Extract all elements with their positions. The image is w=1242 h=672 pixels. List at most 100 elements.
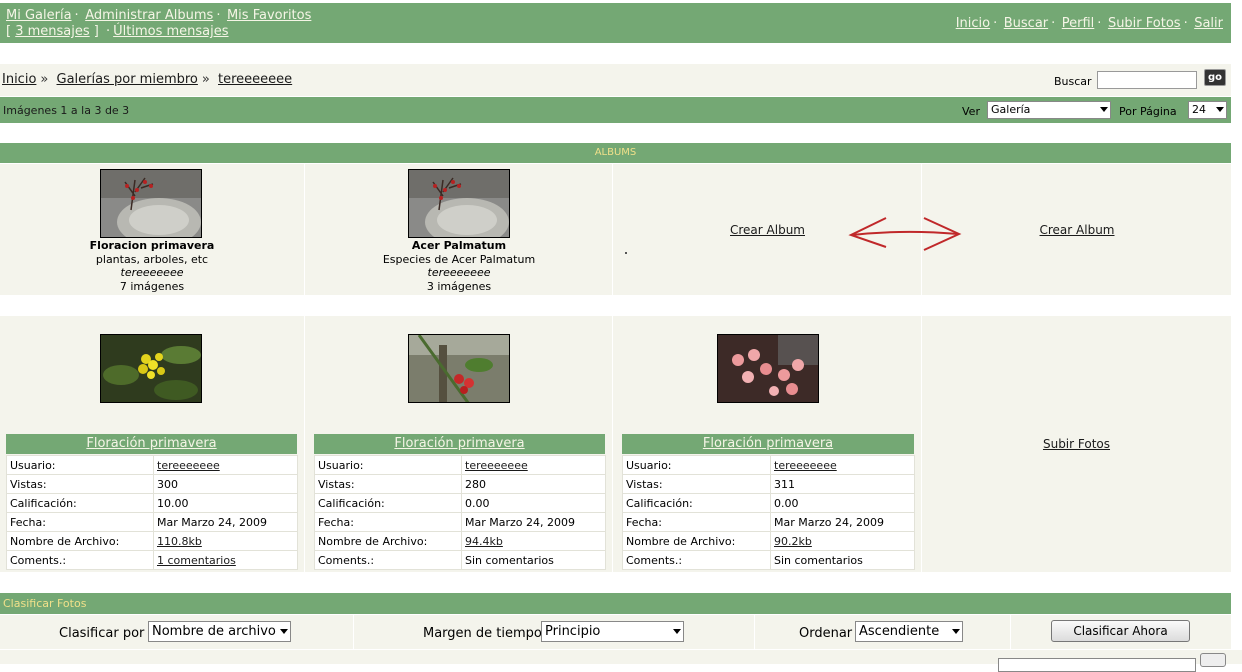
comments-value: Sin comentarios bbox=[770, 550, 915, 570]
photo-details-table: Usuario: tereeeeeee Vistas: 280 Calificaci… bbox=[314, 455, 606, 570]
views-value: 280 bbox=[461, 474, 606, 494]
table-row: Coments.: 1 comentarios bbox=[6, 550, 298, 570]
user-link[interactable]: tereeeeeee bbox=[465, 459, 528, 472]
link-logout[interactable]: Salir bbox=[1194, 16, 1223, 31]
timeframe-select[interactable]: Principio bbox=[541, 621, 684, 642]
table-row: Vistas: 300 bbox=[6, 474, 298, 494]
stray-dot bbox=[625, 252, 627, 254]
photo-title-link[interactable]: Floración primavera bbox=[703, 436, 833, 451]
order-select[interactable]: Ascendiente bbox=[855, 621, 963, 642]
jump-select[interactable] bbox=[998, 658, 1196, 672]
table-row: Vistas: 280 bbox=[314, 474, 606, 494]
table-row: Nombre de Archivo: 90.2kb bbox=[622, 531, 915, 551]
create-album-link[interactable]: Crear Album bbox=[1040, 223, 1115, 237]
photo-thumbnail[interactable] bbox=[100, 334, 202, 403]
rating-value: 10.00 bbox=[153, 493, 298, 513]
view-select-value: Galería bbox=[991, 103, 1031, 116]
link-search[interactable]: Buscar bbox=[1004, 16, 1048, 31]
order-value: Ascendiente bbox=[859, 624, 940, 639]
album-count: 7 imágenes bbox=[119, 279, 185, 293]
sort-by-select[interactable]: Nombre de archivo bbox=[148, 621, 291, 642]
per-page-label: Por Página bbox=[1119, 105, 1177, 118]
link-my-favorites[interactable]: Mis Favoritos bbox=[227, 8, 311, 23]
album-title[interactable]: Acer Palmatum bbox=[306, 239, 612, 253]
comments-value: Sin comentarios bbox=[461, 550, 606, 570]
label-views: Vistas: bbox=[622, 474, 771, 494]
user-link[interactable]: tereeeeeee bbox=[774, 459, 837, 472]
breadcrumb: Inicio» Galerías por miembro» tereeeeeee bbox=[2, 72, 293, 87]
label-file: Nombre de Archivo: bbox=[6, 531, 154, 551]
link-profile[interactable]: Perfil bbox=[1062, 16, 1095, 31]
view-select[interactable]: Galería bbox=[987, 101, 1111, 119]
upload-photos-link[interactable]: Subir Fotos bbox=[1043, 437, 1110, 451]
label-file: Nombre de Archivo: bbox=[622, 531, 771, 551]
breadcrumb-bar: Inicio» Galerías por miembro» tereeeeeee… bbox=[0, 64, 1231, 96]
sort-by-value: Nombre de archivo bbox=[152, 624, 276, 639]
sort-now-button[interactable]: Clasificar Ahora bbox=[1051, 620, 1190, 642]
views-value: 311 bbox=[770, 474, 915, 494]
chevron-down-icon bbox=[673, 629, 681, 634]
label-user: Usuario: bbox=[622, 455, 771, 475]
label-comments: Coments.: bbox=[6, 550, 154, 570]
file-link[interactable]: 110.8kb bbox=[157, 535, 202, 548]
table-row: Calificación: 0.00 bbox=[314, 493, 606, 513]
main-menu: Inicio · Buscar · Perfil · Subir Fotos · Sal… bbox=[955, 16, 1223, 31]
per-page-select[interactable]: 24 bbox=[1188, 101, 1227, 119]
breadcrumb-user[interactable]: tereeeeeee bbox=[218, 72, 292, 87]
comments-link[interactable]: 1 comentarios bbox=[157, 554, 236, 567]
label-views: Vistas: bbox=[6, 474, 154, 494]
album-description: plantas, arboles, etc bbox=[95, 252, 209, 266]
link-my-gallery[interactable]: Mi Galería bbox=[6, 8, 72, 23]
jump-go-button[interactable] bbox=[1200, 653, 1226, 667]
label-rating: Calificación: bbox=[6, 493, 154, 513]
search-input[interactable] bbox=[1097, 71, 1197, 89]
file-link[interactable]: 94.4kb bbox=[465, 535, 503, 548]
label-rating: Calificación: bbox=[622, 493, 771, 513]
photo-thumbnail[interactable] bbox=[717, 334, 819, 403]
link-home[interactable]: Inicio bbox=[956, 16, 990, 31]
album-title[interactable]: Floracion primavera bbox=[0, 239, 304, 253]
date-value: Mar Marzo 24, 2009 bbox=[461, 512, 606, 532]
view-label: Ver bbox=[962, 105, 980, 118]
breadcrumb-home[interactable]: Inicio bbox=[2, 72, 36, 87]
label-date: Fecha: bbox=[622, 512, 771, 532]
table-row: Nombre de Archivo: 110.8kb bbox=[6, 531, 298, 551]
rating-value: 0.00 bbox=[461, 493, 606, 513]
label-user: Usuario: bbox=[6, 455, 154, 475]
photo-title-bar: Floración primavera bbox=[314, 434, 605, 454]
jump-to-bar bbox=[0, 650, 1242, 672]
views-value: 300 bbox=[153, 474, 298, 494]
album-cell: Floracion primavera plantas, arboles, et… bbox=[0, 164, 305, 295]
link-last-messages[interactable]: Últimos mensajes bbox=[113, 24, 228, 39]
divider bbox=[1010, 615, 1011, 649]
divider bbox=[754, 615, 755, 649]
label-rating: Calificación: bbox=[314, 493, 462, 513]
link-upload-photos[interactable]: Subir Fotos bbox=[1108, 16, 1181, 31]
table-row: Usuario: tereeeeeee bbox=[6, 455, 298, 475]
breadcrumb-member-galleries[interactable]: Galerías por miembro bbox=[57, 72, 198, 87]
table-row: Vistas: 311 bbox=[622, 474, 915, 494]
search-go-button[interactable]: go bbox=[1204, 69, 1226, 86]
link-messages[interactable]: 3 mensajes bbox=[15, 24, 89, 39]
album-owner: tereeeeeee bbox=[427, 266, 491, 279]
create-album-link[interactable]: Crear Album bbox=[730, 223, 805, 237]
date-value: Mar Marzo 24, 2009 bbox=[770, 512, 915, 532]
user-link[interactable]: tereeeeeee bbox=[157, 459, 220, 472]
messages-menu: [ 3 mensajes ] · Últimos mensajes bbox=[6, 24, 229, 39]
chevron-down-icon bbox=[1216, 107, 1224, 112]
table-row: Fecha: Mar Marzo 24, 2009 bbox=[622, 512, 915, 532]
link-manage-albums[interactable]: Administrar Albums bbox=[85, 8, 213, 23]
photo-thumbnail[interactable] bbox=[408, 334, 510, 403]
photo-title-link[interactable]: Floración primavera bbox=[394, 436, 524, 451]
album-thumbnail[interactable] bbox=[100, 169, 202, 238]
image-count: Imágenes 1 a la 3 de 3 bbox=[3, 104, 130, 117]
sort-controls: Clasificar por Nombre de archivo Margen … bbox=[0, 615, 1231, 649]
timeframe-value: Principio bbox=[545, 624, 601, 639]
album-thumbnail[interactable] bbox=[408, 169, 510, 238]
photo-title-link[interactable]: Floración primavera bbox=[86, 436, 216, 451]
photo-details-table: Usuario: tereeeeeee Vistas: 311 Calificaci… bbox=[622, 455, 915, 570]
table-row: Fecha: Mar Marzo 24, 2009 bbox=[6, 512, 298, 532]
sort-header: Clasificar Fotos bbox=[0, 593, 1231, 614]
photo-title-bar: Floración primavera bbox=[622, 434, 914, 454]
file-link[interactable]: 90.2kb bbox=[774, 535, 812, 548]
